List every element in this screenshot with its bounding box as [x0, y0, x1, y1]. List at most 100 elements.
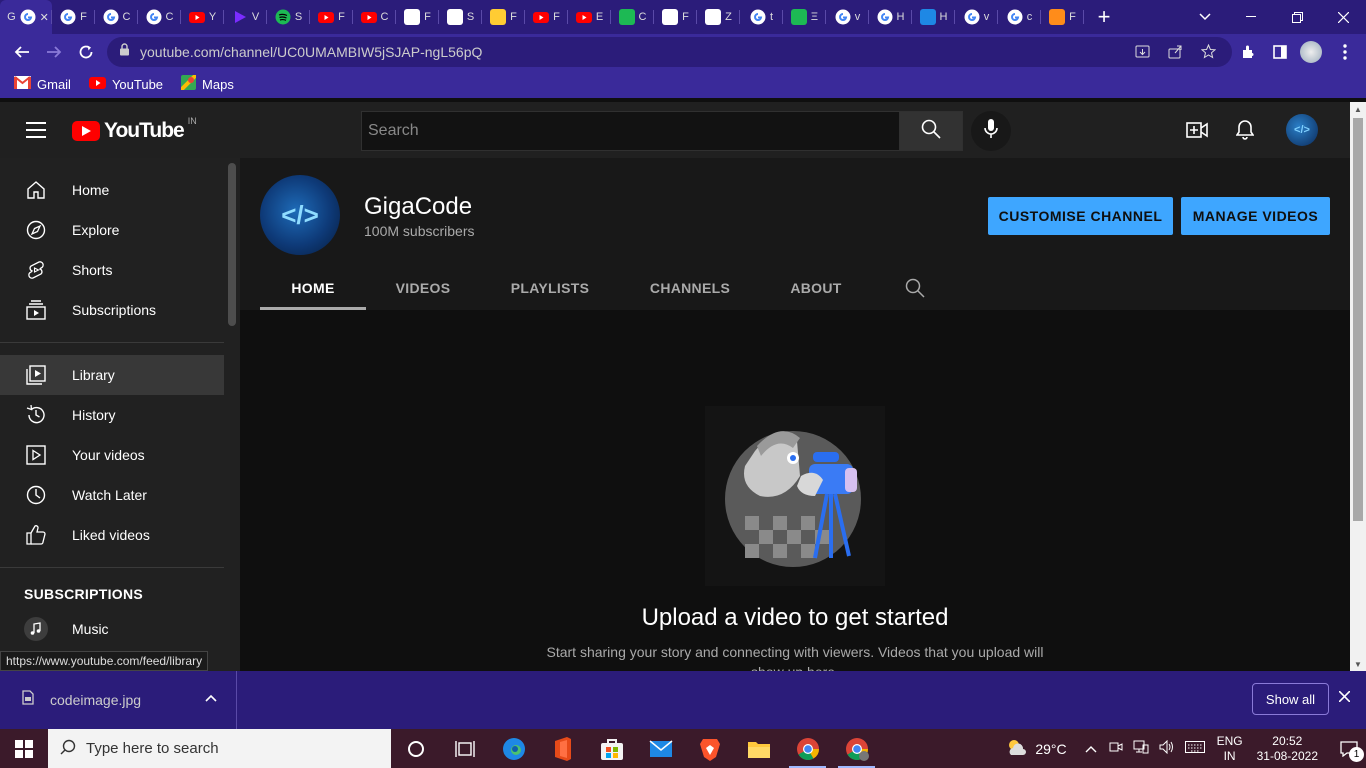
profile-avatar[interactable] — [1296, 37, 1326, 67]
browser-tab[interactable]: v — [955, 0, 998, 34]
side-panel-icon[interactable] — [1265, 37, 1295, 67]
brave-icon[interactable] — [685, 729, 734, 768]
sidebar-item-music[interactable]: Music — [0, 609, 224, 649]
youtube-search-box[interactable] — [361, 111, 900, 151]
browser-tab[interactable]: G ✕ — [0, 0, 52, 34]
back-button[interactable] — [6, 36, 38, 68]
tab-playlists[interactable]: PLAYLISTS — [480, 266, 620, 310]
tab-videos[interactable]: VIDEOS — [366, 266, 480, 310]
bookmark-youtube[interactable]: YouTube — [88, 76, 163, 92]
chrome-profile-icon[interactable] — [832, 729, 881, 768]
scrollbar-thumb[interactable] — [1353, 118, 1363, 521]
chrome-icon[interactable] — [783, 729, 832, 768]
browser-tab[interactable]: v — [826, 0, 869, 34]
tab-about[interactable]: ABOUT — [760, 266, 872, 310]
notifications-icon[interactable]: 1 — [1332, 729, 1366, 768]
tab-home[interactable]: HOME — [260, 266, 366, 310]
browser-tab[interactable]: C — [138, 0, 181, 34]
close-window-button[interactable] — [1320, 0, 1366, 34]
browser-tab[interactable]: H — [869, 0, 912, 34]
browser-tab[interactable]: C — [611, 0, 654, 34]
keyboard-icon[interactable] — [1184, 741, 1205, 756]
windows-start-icon[interactable] — [0, 729, 48, 768]
browser-tab[interactable]: F — [654, 0, 697, 34]
reload-button[interactable] — [70, 36, 102, 68]
meet-now-icon[interactable] — [1109, 740, 1123, 757]
install-app-icon[interactable] — [1135, 44, 1150, 62]
browser-tab[interactable]: t — [740, 0, 783, 34]
browser-tab[interactable]: F — [482, 0, 525, 34]
browser-tab[interactable]: F — [396, 0, 439, 34]
account-avatar[interactable]: </> — [1286, 114, 1318, 146]
network-icon[interactable] — [1133, 740, 1149, 757]
chevron-up-icon[interactable] — [1085, 741, 1097, 756]
input-language[interactable]: ENG IN — [1217, 734, 1243, 764]
edge-icon[interactable] — [489, 729, 538, 768]
bookmark-maps[interactable]: Maps — [179, 73, 234, 93]
cortana-icon[interactable] — [391, 729, 440, 768]
bookmark-star-icon[interactable] — [1200, 43, 1217, 62]
chevron-up-icon[interactable] — [205, 691, 217, 705]
sidebar-item-shorts[interactable]: Shorts — [0, 250, 224, 290]
restore-button[interactable] — [1274, 0, 1320, 34]
sidebar-item-your-videos[interactable]: Your videos — [0, 435, 224, 475]
page-scrollbar[interactable]: ▲ ▼ — [1350, 102, 1366, 671]
forward-button[interactable] — [38, 36, 70, 68]
youtube-search-button[interactable] — [899, 111, 963, 151]
file-explorer-icon[interactable] — [734, 729, 783, 768]
bookmark-gmail[interactable]: Gmail — [14, 76, 71, 92]
sidebar-item-home[interactable]: Home — [0, 170, 224, 210]
new-tab-button[interactable]: + — [1084, 0, 1124, 34]
browser-tab[interactable]: F — [52, 0, 95, 34]
scroll-down-arrow-icon[interactable]: ▼ — [1350, 657, 1366, 671]
show-all-downloads-button[interactable]: Show all — [1252, 683, 1329, 715]
browser-tab[interactable]: Y — [181, 0, 224, 34]
sidebar-item-watch-later[interactable]: Watch Later — [0, 475, 224, 515]
close-tab-icon[interactable]: ✕ — [40, 11, 49, 24]
create-video-icon[interactable] — [1185, 118, 1209, 142]
download-item[interactable]: codeimage.jpg — [0, 671, 237, 729]
browser-tab[interactable]: C — [95, 0, 138, 34]
sidebar-item-explore[interactable]: Explore — [0, 210, 224, 250]
tab-channels[interactable]: CHANNELS — [620, 266, 760, 310]
browser-tab[interactable]: Z — [697, 0, 740, 34]
sidebar-item-library[interactable]: Library — [0, 355, 224, 395]
voice-search-button[interactable] — [971, 111, 1011, 151]
office-icon[interactable] — [538, 729, 587, 768]
browser-menu-icon[interactable] — [1330, 37, 1360, 67]
browser-tab[interactable]: S — [439, 0, 482, 34]
channel-avatar[interactable]: </> — [260, 175, 340, 255]
scroll-up-arrow-icon[interactable]: ▲ — [1350, 102, 1366, 116]
sidebar-item-subscriptions[interactable]: Subscriptions — [0, 290, 224, 330]
sidebar-item-history[interactable]: History — [0, 395, 224, 435]
share-icon[interactable] — [1168, 44, 1183, 62]
browser-tab[interactable]: V — [224, 0, 267, 34]
browser-tab[interactable]: H — [912, 0, 955, 34]
microsoft-store-icon[interactable] — [587, 729, 636, 768]
clock[interactable]: 20:52 31-08-2022 — [1257, 734, 1318, 764]
browser-tab[interactable]: F — [1041, 0, 1084, 34]
sidebar-item-liked-videos[interactable]: Liked videos — [0, 515, 224, 555]
browser-tab[interactable]: F — [525, 0, 568, 34]
browser-tab[interactable]: C — [353, 0, 396, 34]
browser-tab[interactable]: S — [267, 0, 310, 34]
youtube-logo[interactable]: YouTube IN — [72, 116, 197, 143]
browser-tab[interactable]: F — [310, 0, 353, 34]
tab-search-button[interactable] — [1182, 0, 1228, 34]
weather-temperature[interactable]: 29°C — [1035, 741, 1066, 757]
taskbar-search-box[interactable]: Type here to search — [48, 729, 391, 768]
customise-channel-button[interactable]: CUSTOMISE CHANNEL — [988, 197, 1173, 235]
mail-icon[interactable] — [636, 729, 685, 768]
notifications-bell-icon[interactable] — [1233, 118, 1257, 142]
minimize-button[interactable] — [1228, 0, 1274, 34]
weather-icon[interactable] — [1005, 738, 1029, 759]
browser-tab[interactable]: c — [998, 0, 1041, 34]
channel-search-icon[interactable] — [872, 266, 958, 310]
task-view-icon[interactable] — [440, 729, 489, 768]
close-download-bar-icon[interactable] — [1338, 689, 1351, 707]
hamburger-menu-icon[interactable] — [26, 122, 46, 143]
youtube-search-input[interactable] — [368, 122, 899, 140]
sidebar-scrollbar[interactable] — [228, 163, 236, 326]
extensions-icon[interactable] — [1233, 37, 1263, 67]
volume-icon[interactable] — [1159, 739, 1175, 757]
